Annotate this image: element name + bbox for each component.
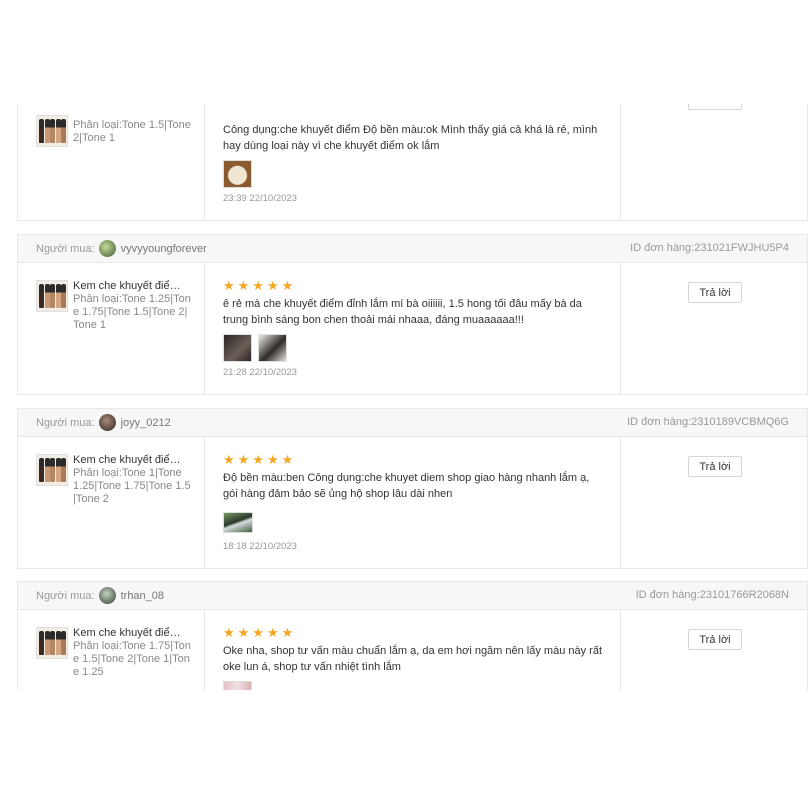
review-photo[interactable] bbox=[223, 512, 253, 533]
review-text: Oke nha, shop tư vấn màu chuẩn lắm ạ, da… bbox=[223, 645, 603, 673]
review-photo[interactable] bbox=[258, 334, 287, 362]
review-text: Độ bền màu:ben Công dụng:che khuyet diem… bbox=[223, 472, 590, 500]
product-column: Kem che khuyết điểm Tone 1.25 Phân loại:… bbox=[18, 263, 205, 394]
buyer-info: Người mua: joyy_0212 bbox=[36, 409, 171, 436]
tube-icon bbox=[61, 284, 66, 308]
tube-icon bbox=[55, 631, 61, 655]
buyer-label: Người mua: bbox=[36, 589, 95, 602]
avatar[interactable] bbox=[98, 587, 116, 604]
tube-icon bbox=[50, 119, 55, 143]
buyer-label: Người mua: bbox=[36, 242, 95, 255]
product-variant: Phân loại:Tone 1|Tone 1.25|Tone 1.75|Ton… bbox=[73, 467, 191, 505]
product-variant: Phân loại:Tone 1.5|Tone 2|Tone 1 bbox=[73, 119, 191, 144]
review-column: ★★★★★ Oke nha, shop tư vấn màu chuẩn lắm… bbox=[205, 610, 621, 690]
tube-icon bbox=[61, 458, 66, 482]
tube-icon bbox=[39, 458, 44, 482]
tube-icon bbox=[39, 284, 44, 308]
product-thumbnail[interactable] bbox=[36, 280, 68, 312]
review-text: Công dụng:che khuyết điểm Độ bền màu:ok … bbox=[223, 124, 598, 152]
reply-button[interactable]: Trả lời bbox=[688, 456, 742, 477]
order-id: ID đơn hàng:23101766R2068N bbox=[635, 589, 789, 601]
review-header: Người mua: vyvyyoungforever ID đơn hàng:… bbox=[18, 235, 807, 263]
product-thumbnail[interactable] bbox=[36, 454, 68, 486]
review-time: 23:39 22/10/2023 bbox=[223, 193, 297, 204]
buyer-username[interactable]: trhan_08 bbox=[121, 590, 164, 602]
review-card: Người mua: vyvyyoungforever ID đơn hàng:… bbox=[17, 234, 808, 395]
tube-icon bbox=[39, 119, 44, 143]
review-photo[interactable] bbox=[223, 334, 252, 362]
product-thumbnail[interactable] bbox=[36, 627, 68, 659]
product-column: Kem che khuyết điểm Tone 1.75 Phân loại:… bbox=[18, 610, 205, 690]
buyer-username[interactable]: joyy_0212 bbox=[121, 417, 171, 429]
tube-icon bbox=[50, 458, 55, 482]
reply-button[interactable]: Trả lời bbox=[688, 104, 742, 110]
reply-button[interactable]: Trả lời bbox=[688, 629, 742, 650]
review-time: 18:18 22/10/2023 bbox=[223, 541, 297, 552]
buyer-info: Người mua: trhan_08 bbox=[36, 582, 164, 609]
tube-icon bbox=[44, 284, 50, 308]
tube-icon bbox=[50, 631, 55, 655]
tube-icon bbox=[44, 119, 50, 143]
tube-icon bbox=[44, 458, 50, 482]
tube-icon bbox=[39, 631, 44, 655]
review-card: Phân loại:Tone 1.5|Tone 2|Tone 1 Công dụ… bbox=[17, 104, 808, 221]
tube-icon bbox=[50, 284, 55, 308]
buyer-label: Người mua: bbox=[36, 416, 95, 429]
product-variant: Phân loại:Tone 1.25|Tone 1.75|Tone 1.5|T… bbox=[73, 293, 191, 331]
reply-button[interactable]: Trả lời bbox=[688, 282, 742, 303]
review-column: ★★★★★ Độ bền màu:ben Công dụng:che khuye… bbox=[205, 437, 621, 568]
reviews-list: Phân loại:Tone 1.5|Tone 2|Tone 1 Công dụ… bbox=[0, 104, 810, 690]
action-column: Trả lời bbox=[621, 610, 807, 690]
action-column: Trả lời bbox=[621, 104, 807, 220]
review-photos bbox=[223, 334, 287, 362]
review-column: ★★★★★ ê rẻ mà che khuyết điểm đỉnh lắm m… bbox=[205, 263, 621, 394]
action-column: Trả lời bbox=[621, 437, 807, 568]
tube-icon bbox=[55, 284, 61, 308]
product-thumbnail[interactable] bbox=[36, 115, 68, 147]
review-time: 21:28 22/10/2023 bbox=[223, 367, 297, 378]
product-column: Phân loại:Tone 1.5|Tone 2|Tone 1 bbox=[18, 104, 205, 220]
rating-stars: ★★★★★ bbox=[223, 625, 297, 640]
review-column: Công dụng:che khuyết điểm Độ bền màu:ok … bbox=[205, 104, 621, 220]
product-name[interactable]: Kem che khuyết điểm Tone 1.25 bbox=[73, 280, 188, 292]
tube-icon bbox=[55, 458, 61, 482]
review-card: Người mua: joyy_0212 ID đơn hàng:2310189… bbox=[17, 408, 808, 569]
rating-stars: ★★★★★ bbox=[223, 278, 297, 293]
review-header: Người mua: joyy_0212 ID đơn hàng:2310189… bbox=[18, 409, 807, 437]
review-text: ê rẻ mà che khuyết điểm đỉnh lắm mí bà o… bbox=[223, 298, 582, 326]
order-id: ID đơn hàng:231021FWJHU5P4 bbox=[630, 242, 789, 254]
avatar[interactable] bbox=[98, 414, 116, 431]
tube-icon bbox=[61, 631, 66, 655]
product-variant: Phân loại:Tone 1.75|Tone 1.5|Tone 2|Tone… bbox=[73, 640, 191, 678]
review-card: Người mua: trhan_08 ID đơn hàng:23101766… bbox=[17, 581, 808, 690]
buyer-username[interactable]: vyvyyoungforever bbox=[121, 243, 207, 255]
review-photos bbox=[223, 160, 252, 188]
tube-icon bbox=[44, 631, 50, 655]
tube-icon bbox=[55, 119, 61, 143]
product-name[interactable]: Kem che khuyết điểm Tone 1 bbox=[73, 454, 188, 466]
review-photo[interactable] bbox=[223, 681, 252, 690]
review-header: Người mua: trhan_08 ID đơn hàng:23101766… bbox=[18, 582, 807, 610]
review-photos bbox=[223, 681, 252, 690]
avatar[interactable] bbox=[98, 240, 116, 257]
review-photos bbox=[223, 512, 253, 533]
rating-stars: ★★★★★ bbox=[223, 452, 297, 467]
buyer-info: Người mua: vyvyyoungforever bbox=[36, 235, 207, 262]
product-column: Kem che khuyết điểm Tone 1 Phân loại:Ton… bbox=[18, 437, 205, 568]
product-name[interactable]: Kem che khuyết điểm Tone 1.75 bbox=[73, 627, 188, 639]
order-id: ID đơn hàng:2310189VCBMQ6G bbox=[627, 416, 789, 428]
tube-icon bbox=[61, 119, 66, 143]
action-column: Trả lời bbox=[621, 263, 807, 394]
review-photo[interactable] bbox=[223, 160, 252, 188]
